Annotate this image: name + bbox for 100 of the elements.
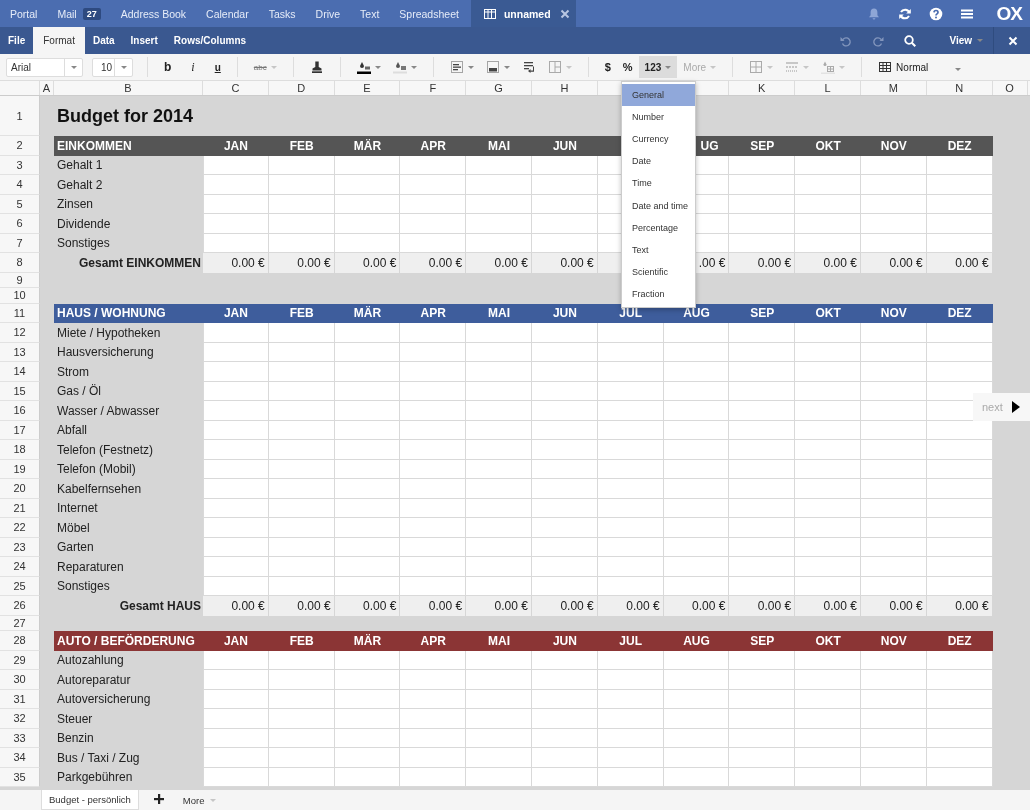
table-cell <box>597 709 664 729</box>
border-color-icon[interactable] <box>821 60 836 74</box>
menu-item[interactable]: Date and time <box>622 194 695 217</box>
total-cell: 0.00 € <box>268 596 335 616</box>
app-tab[interactable]: Portal <box>0 0 48 27</box>
menu-item[interactable]: Time <box>622 172 695 195</box>
table-cell <box>400 194 467 214</box>
menu-tab[interactable]: Insert <box>122 27 166 54</box>
table-cell <box>795 576 861 596</box>
table-cell <box>466 194 532 214</box>
sheet-tab[interactable]: Budget - persönlich <box>41 790 139 810</box>
underline-button[interactable]: u <box>208 56 227 78</box>
row-number: 23 <box>0 537 40 557</box>
table-cell <box>466 728 532 748</box>
help-icon[interactable] <box>928 6 943 21</box>
table-cell <box>203 728 269 748</box>
table-cell <box>729 214 796 234</box>
app-tab[interactable]: Tasks <box>258 0 306 27</box>
refresh-icon[interactable] <box>897 6 912 21</box>
table-cell <box>466 401 532 421</box>
grid-icon <box>482 6 497 21</box>
table-cell <box>466 518 532 538</box>
menu-tab[interactable]: Data <box>84 27 123 54</box>
app-tab[interactable]: Address Book <box>110 0 197 27</box>
table-cell <box>400 175 467 195</box>
month-label: SEP <box>749 138 776 153</box>
row-label: Miete / Hypotheken <box>56 324 162 342</box>
app-tab[interactable]: Drive <box>305 0 351 27</box>
app-tab[interactable]: Text <box>350 0 390 27</box>
row-number: 30 <box>0 670 40 690</box>
table-cell <box>268 479 335 499</box>
table-cell <box>795 537 861 557</box>
number-format-button[interactable]: 123 <box>638 56 678 78</box>
row-label: Kabelfernsehen <box>56 480 143 498</box>
caret-icon <box>767 65 774 69</box>
menu-item[interactable]: General <box>622 84 695 107</box>
menu-item[interactable]: Percentage <box>622 216 695 239</box>
table-cell <box>795 420 861 440</box>
caret-icon <box>503 65 510 69</box>
table-cell <box>203 498 269 518</box>
table-cell <box>466 155 532 175</box>
document-tab[interactable]: unnamed <box>470 0 576 27</box>
row-number: 14 <box>0 362 40 382</box>
menu-item[interactable]: Currency <box>622 128 695 151</box>
font-select[interactable]: Arial <box>6 57 83 77</box>
currency-button[interactable]: $ <box>598 56 617 78</box>
menu-item[interactable]: Date <box>622 150 695 173</box>
table-cell <box>334 518 401 538</box>
menu-tab[interactable]: Format <box>33 27 85 54</box>
row-number: 32 <box>0 709 40 729</box>
table-cell <box>729 748 796 768</box>
table-cell <box>795 728 861 748</box>
italic-button[interactable]: i <box>185 56 201 78</box>
search-icon[interactable] <box>903 33 918 48</box>
app-tab[interactable]: Calendar <box>196 0 259 27</box>
caret-icon <box>565 65 572 69</box>
text-color-icon[interactable] <box>356 60 371 74</box>
table-cell <box>926 670 993 690</box>
month-label: SEP <box>749 306 776 321</box>
app-tab[interactable]: Spreadsheet <box>389 0 469 27</box>
table-cell <box>203 342 269 362</box>
wrap-text-icon[interactable] <box>521 60 536 74</box>
table-cell <box>795 748 861 768</box>
month-label: MAI <box>487 633 512 648</box>
table-cell <box>860 362 927 382</box>
row-number: 19 <box>0 459 40 479</box>
more-sheets-button[interactable]: More <box>176 790 222 810</box>
table-cell <box>203 709 269 729</box>
merge-cells-icon[interactable] <box>547 60 562 74</box>
cell-style-select[interactable]: Normal <box>872 56 968 78</box>
month-label: APR <box>419 633 447 648</box>
table-cell <box>268 557 335 577</box>
menu-item[interactable]: Number <box>622 106 695 129</box>
table-cell <box>729 479 796 499</box>
align-icon[interactable] <box>485 60 500 74</box>
fill-color-icon[interactable] <box>392 60 407 74</box>
menu-item[interactable]: Fraction <box>622 282 695 305</box>
strikethrough-button[interactable]: abc <box>247 56 283 78</box>
size-select[interactable]: 10 <box>92 57 133 77</box>
month-label: JAN <box>222 633 249 648</box>
menu-tab[interactable]: File <box>0 27 34 54</box>
table-cell <box>466 175 532 195</box>
align-icon[interactable] <box>449 60 464 74</box>
menu-tab[interactable]: Rows/Columns <box>165 27 255 54</box>
table-cell <box>729 709 796 729</box>
table-cell <box>532 440 598 460</box>
stamp-icon[interactable] <box>309 60 324 74</box>
table-cell <box>400 381 467 401</box>
bold-button[interactable]: b <box>158 56 178 78</box>
column-letter: N <box>926 81 993 95</box>
view-menu-button[interactable]: View <box>935 35 993 46</box>
table-cell <box>795 323 861 343</box>
row-number: 22 <box>0 518 40 538</box>
table-cell <box>663 440 730 460</box>
add-icon[interactable] <box>153 793 164 807</box>
table-cell <box>795 381 861 401</box>
caret-icon <box>374 65 381 69</box>
table-cell <box>466 498 532 518</box>
percent-button[interactable]: % <box>616 56 639 78</box>
app-tab[interactable]: Mail 27 <box>47 0 111 27</box>
